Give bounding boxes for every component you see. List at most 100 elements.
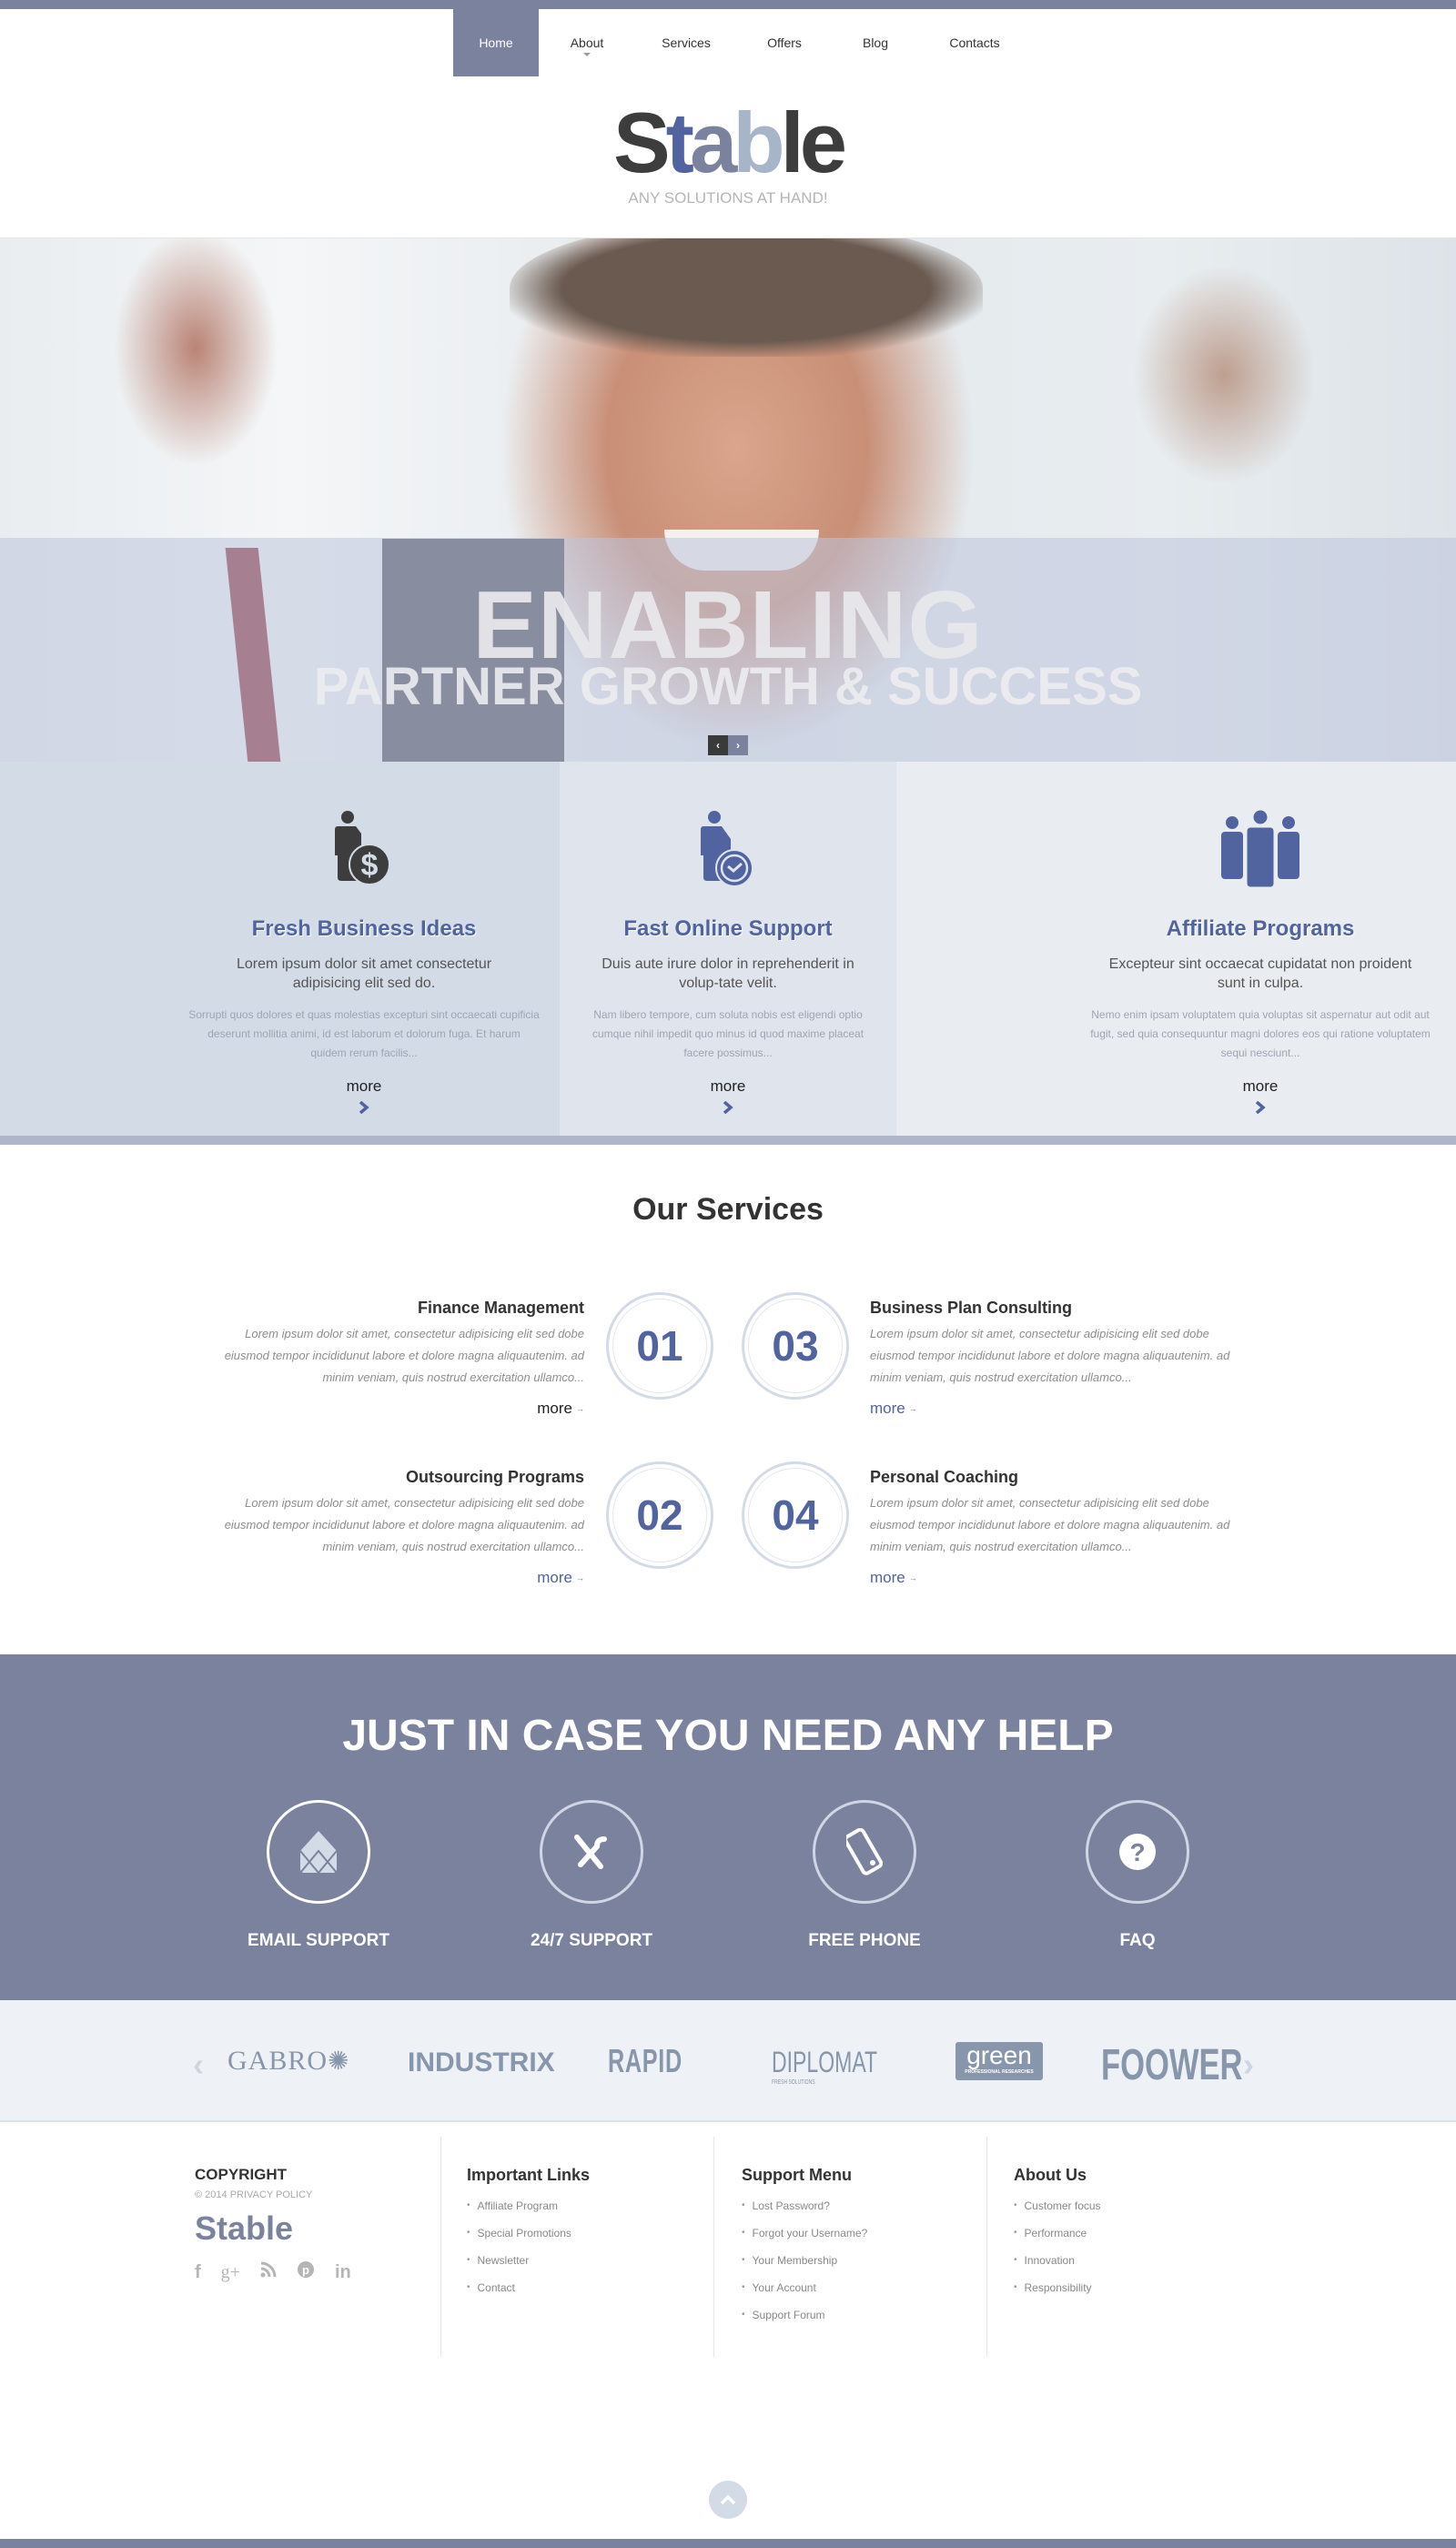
client-logo-diplomat[interactable]: DIPLOMAT FRESH SOLUTIONS [772,2046,877,2086]
service-number: 03 [772,1322,819,1370]
client-logo-green[interactable]: green PROFESSIONAL RESEARCHES [956,2042,1043,2080]
logo-wordmark: Stable [0,100,1456,186]
service-number-badge: 04 [742,1461,849,1569]
carousel-next-icon[interactable]: › [1243,2046,1254,2084]
client-logo-industrix[interactable]: INDUSTRIX [408,2048,555,2078]
footer-logo[interactable]: Stable [195,2209,431,2248]
pinterest-icon[interactable]: p [297,2260,315,2284]
privacy-policy-link[interactable]: © 2014 PRIVACY POLICY [195,2189,431,2200]
footer-link[interactable]: Your Account [742,2281,978,2309]
facebook-icon[interactable]: f [195,2262,201,2283]
feature-card: $ Fresh Business Ideas Lorem ipsum dolor… [0,762,560,1137]
nav-offers[interactable]: Offers [737,9,832,76]
client-logo-gabro[interactable]: GABRO✺ [228,2046,349,2077]
help-24-7-support[interactable]: 24/7 SUPPORT [500,1800,682,1951]
more-label: more [537,1569,572,1586]
hero-subtitle: PARTNER GROWTH & SUCCESS [313,657,1143,716]
feature-body: Sorrupti quos dolores et quas molestias … [188,1008,540,1059]
help-label: FREE PHONE [808,1931,921,1950]
footer-link[interactable]: Innovation [1014,2254,1250,2281]
svg-text:$: $ [361,848,379,883]
footer-divider [440,2137,441,2357]
service-more-link[interactable]: more → [870,1400,917,1418]
arrow-right-icon: → [576,1573,584,1582]
service-item: Business Plan Consulting Lorem ipsum dol… [870,1299,1234,1418]
help-label: 24/7 SUPPORT [530,1931,653,1950]
footer-link[interactable]: Contact [467,2281,703,2309]
nav-contacts[interactable]: Contacts [919,9,1030,76]
footer-link[interactable]: Your Membership [742,2254,978,2281]
footer-link[interactable]: Responsibility [1014,2281,1250,2309]
help-email-support[interactable]: EMAIL SUPPORT [228,1800,410,1951]
service-more-link[interactable]: more → [537,1400,584,1418]
footer-link[interactable]: Newsletter [467,2254,703,2281]
nav-blog-label: Blog [862,35,889,50]
pinwheel-icon: ✺ [328,2048,350,2076]
help-faq[interactable]: ? FAQ [1046,1800,1228,1951]
service-text: Lorem ipsum dolor sit amet, consectetur … [224,1327,584,1384]
feature-title: Fresh Business Ideas [251,916,477,941]
nav-home[interactable]: Home [453,9,539,76]
more-label: more [870,1400,905,1417]
envelope-icon [299,1831,338,1873]
feature-more-link[interactable]: more [168,1077,560,1096]
footer-link[interactable]: Forgot your Username? [742,2227,978,2254]
logo-letter: b [733,95,784,190]
feature-card: Fast Online Support Duis aute irure dolo… [560,762,896,1137]
service-item: Outsourcing Programs Lorem ipsum dolor s… [220,1468,584,1587]
client-subtitle: FRESH SOLUTIONS [772,2079,815,2086]
service-title: Business Plan Consulting [870,1299,1073,1317]
carousel-prev-icon[interactable]: ‹ [193,2046,204,2084]
footer-link[interactable]: Performance [1014,2227,1250,2254]
footer-divider [986,2137,987,2357]
nav-services[interactable]: Services [635,9,737,76]
service-text: Lorem ipsum dolor sit amet, consectetur … [870,1327,1230,1384]
feature-lead: Excepteur sint occaecat cupidatat non pr… [1108,956,1412,991]
slider-next-button[interactable]: › [728,735,748,755]
footer-link[interactable]: Affiliate Program [467,2199,703,2227]
service-more-link[interactable]: more → [537,1569,584,1587]
nav-about[interactable]: About [539,9,635,76]
logo-letter: S [612,95,671,190]
footer-column-title: Support Menu [742,2166,852,2184]
footer-column: Important Links Affiliate Program Specia… [467,2166,703,2351]
footer-link[interactable]: Customer focus [1014,2199,1250,2227]
services-heading: Our Services [632,1192,824,1227]
chevron-right-icon[interactable] [359,1100,369,1115]
client-subtitle: PROFESSIONAL RESEARCHES [965,2069,1034,2075]
service-more-link[interactable]: more → [870,1569,917,1587]
scroll-to-top-button[interactable] [709,2481,747,2519]
features-row: $ Fresh Business Ideas Lorem ipsum dolor… [0,762,1456,1137]
footer-link[interactable]: Special Promotions [467,2227,703,2254]
tools-icon [574,1835,607,1869]
site-logo[interactable]: Stable ANY SOLUTIONS AT HAND! [0,100,1456,207]
google-plus-icon[interactable]: g+ [221,2262,240,2283]
client-name: GABRO [228,2046,329,2076]
footer-divider [713,2137,714,2357]
rss-icon[interactable] [260,2261,277,2283]
footer-column: Support Menu Lost Password? Forgot your … [742,2166,978,2351]
arrow-right-icon: → [908,1404,917,1413]
copyright-title: COPYRIGHT [195,2166,288,2183]
feature-more-link[interactable]: more [560,1077,896,1096]
linkedin-icon[interactable]: in [335,2262,351,2283]
client-name: green [966,2041,1032,2069]
chevron-left-icon: ‹ [716,739,720,752]
client-logo-foower[interactable]: FOOWER [1101,2040,1243,2090]
help-free-phone[interactable]: FREE PHONE [774,1800,956,1951]
feature-more-link[interactable]: more [1065,1077,1456,1096]
chevron-right-icon[interactable] [723,1100,733,1115]
client-logo-rapid[interactable]: RAPID [608,2042,682,2080]
nav-blog[interactable]: Blog [832,9,919,76]
help-heading: JUST IN CASE YOU NEED ANY HELP [342,1712,1114,1760]
help-icon-circle: ? [1086,1800,1189,1904]
slider-prev-button[interactable]: ‹ [708,735,728,755]
feature-title: Fast Online Support [623,916,833,941]
chevron-right-icon[interactable] [1255,1100,1266,1115]
footer-link[interactable]: Support Forum [742,2309,978,2336]
footer-link[interactable]: Lost Password? [742,2199,978,2227]
service-title: Personal Coaching [870,1468,1019,1486]
feature-body: Nam libero tempore, cum soluta nobis est… [592,1008,864,1059]
bottom-strip [0,2539,1456,2548]
main-nav: Home About Services Offers Blog Contacts [453,9,1030,76]
